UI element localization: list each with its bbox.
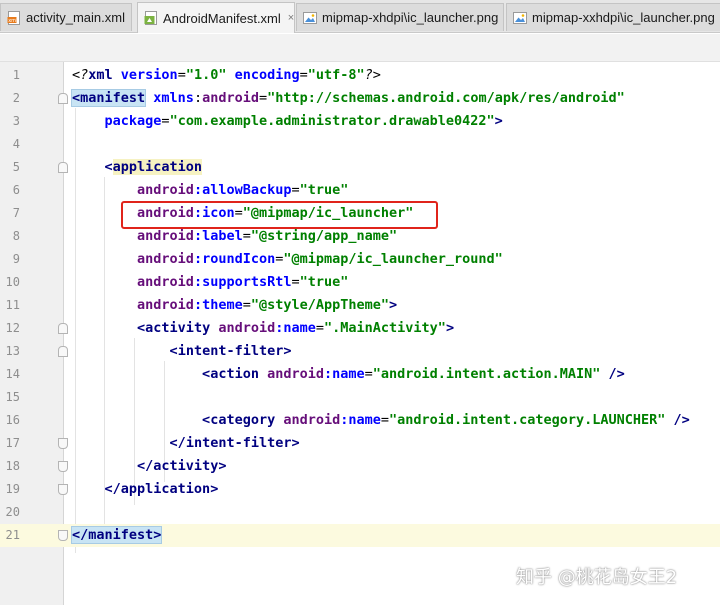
tab-label: AndroidManifest.xml: [163, 10, 281, 26]
line-number: 11: [5, 298, 20, 312]
code-line: 4: [0, 133, 720, 156]
line-number: 9: [12, 252, 20, 266]
code-line: 5 <application: [0, 156, 720, 179]
line-content: <intent-filter>: [169, 343, 292, 359]
code-line: 10 android:supportsRtl="true": [0, 271, 720, 294]
line-content: </application>: [104, 481, 219, 497]
line-content: <application: [104, 159, 203, 175]
tab-mipmap-xhdpi-ic-launcher[interactable]: mipmap-xhdpi\ic_launcher.png ×: [296, 3, 504, 31]
image-file-icon: [303, 11, 317, 24]
line-content: android:supportsRtl="true": [137, 274, 349, 290]
code-line: 11 android:theme="@style/AppTheme">: [0, 294, 720, 317]
tab-android-manifest-xml[interactable]: AndroidManifest.xml ×: [137, 2, 295, 33]
tab-close-icon[interactable]: ×: [288, 12, 294, 24]
manifest-file-icon: [144, 11, 157, 25]
line-content: </intent-filter>: [169, 435, 300, 451]
line-number: 17: [5, 436, 20, 450]
line-content: <action android:name="android.intent.act…: [202, 366, 625, 382]
code-line: 9 android:roundIcon="@mipmap/ic_launcher…: [0, 248, 720, 271]
line-number: 3: [12, 114, 20, 128]
line-number: 8: [12, 229, 20, 243]
code-line: 19 </application>: [0, 478, 720, 501]
line-number: 18: [5, 459, 20, 473]
code-line: 14 <action android:name="android.intent.…: [0, 363, 720, 386]
line-number: 1: [12, 68, 20, 82]
line-number: 21: [5, 528, 20, 542]
line-number: 16: [5, 413, 20, 427]
code-line: 3 package="com.example.administrator.dra…: [0, 110, 720, 133]
annotation-highlight-box: [121, 201, 438, 229]
line-content: <category android:name="android.intent.c…: [202, 412, 690, 428]
fold-toggle-icon[interactable]: [58, 484, 68, 495]
editor-toolbar-strip: [0, 34, 720, 62]
line-content: android:allowBackup="true": [137, 182, 349, 198]
line-content: <activity android:name=".MainActivity">: [137, 320, 455, 336]
line-number: 10: [5, 275, 20, 289]
fold-toggle-icon[interactable]: [58, 323, 68, 334]
line-content: package="com.example.administrator.drawa…: [104, 113, 503, 129]
code-line: 15: [0, 386, 720, 409]
line-number: 6: [12, 183, 20, 197]
tab-activity-main-xml[interactable]: xml activity_main.xml ×: [0, 3, 132, 31]
line-number: 19: [5, 482, 20, 496]
line-number: 20: [5, 505, 20, 519]
code-line: 20: [0, 501, 720, 524]
fold-toggle-icon[interactable]: [58, 438, 68, 449]
line-number: 7: [12, 206, 20, 220]
fold-toggle-icon[interactable]: [58, 346, 68, 357]
line-number: 5: [12, 160, 20, 174]
line-content: </activity>: [137, 458, 227, 474]
tab-label: activity_main.xml: [26, 10, 125, 25]
code-line: 12 <activity android:name=".MainActivity…: [0, 317, 720, 340]
line-number: 14: [5, 367, 20, 381]
line-number: 12: [5, 321, 20, 335]
line-content: android:theme="@style/AppTheme">: [137, 297, 398, 313]
code-line-current: 21 </manifest>: [0, 524, 720, 547]
code-line: 2 <manifest xmlns:android="http://schema…: [0, 87, 720, 110]
line-content: </manifest>: [70, 526, 163, 544]
svg-text:xml: xml: [8, 18, 17, 24]
tab-label: mipmap-xhdpi\ic_launcher.png: [322, 10, 499, 25]
line-number: 13: [5, 344, 20, 358]
line-content: <?xml version="1.0" encoding="utf-8"?>: [72, 67, 381, 83]
fold-toggle-icon[interactable]: [58, 530, 68, 541]
code-line: 16 <category android:name="android.inten…: [0, 409, 720, 432]
code-line: 1 <?xml version="1.0" encoding="utf-8"?>: [0, 64, 720, 87]
image-file-icon: [513, 11, 527, 24]
line-content: android:roundIcon="@mipmap/ic_launcher_r…: [137, 251, 503, 267]
code-line: 17 </intent-filter>: [0, 432, 720, 455]
xml-file-icon: xml: [7, 10, 20, 25]
code-line: 6 android:allowBackup="true": [0, 179, 720, 202]
fold-toggle-icon[interactable]: [58, 461, 68, 472]
line-number: 2: [12, 91, 20, 105]
editor-tab-bar: xml activity_main.xml × AndroidManifest.…: [0, 0, 720, 33]
tab-label: mipmap-xxhdpi\ic_launcher.png: [532, 10, 715, 25]
tab-mipmap-xxhdpi-ic-launcher[interactable]: mipmap-xxhdpi\ic_launcher.png: [506, 3, 720, 31]
line-content: <manifest xmlns:android="http://schemas.…: [70, 89, 625, 107]
code-line: 13 <intent-filter>: [0, 340, 720, 363]
code-line: 18 </activity>: [0, 455, 720, 478]
fold-toggle-icon[interactable]: [58, 162, 68, 173]
fold-toggle-icon[interactable]: [58, 93, 68, 104]
line-number: 15: [5, 390, 20, 404]
watermark-text: 知乎 @桃花岛女王2: [516, 567, 678, 588]
code-editor[interactable]: 1 <?xml version="1.0" encoding="utf-8"?>…: [0, 62, 720, 605]
line-number: 4: [12, 137, 20, 151]
